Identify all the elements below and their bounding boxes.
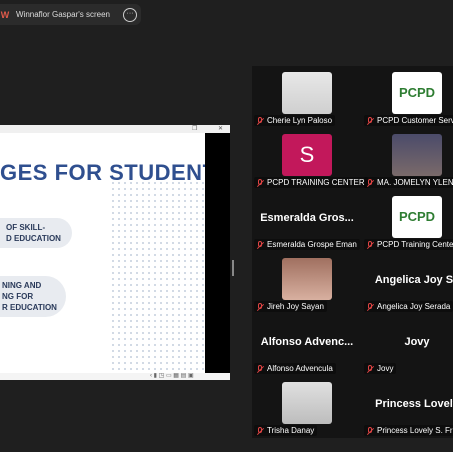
slide-title: GES FOR STUDENTS — [0, 160, 230, 185]
presentation-blackout — [205, 133, 230, 373]
participant-name: PCPD Training Center Inc — [377, 240, 453, 249]
mic-muted-icon — [367, 178, 373, 187]
mic-muted-icon — [367, 240, 373, 249]
window-titlebar: ❐ ✕ — [0, 125, 230, 133]
screen-share-title: Winnaflor Gaspar's screen — [16, 10, 111, 19]
avatar-initial: S — [282, 134, 332, 176]
participant-display-name: Princess Lovely — [375, 398, 453, 410]
close-icon[interactable]: ✕ — [218, 125, 223, 132]
participant-tile[interactable]: PCPD PCPD Training Center Inc — [362, 190, 453, 252]
participant-name-label: Angelica Joy Serada — [364, 301, 453, 312]
participant-name: Princess Lovely S. Fria — [377, 426, 453, 435]
mic-muted-icon — [367, 116, 373, 125]
participant-tile[interactable]: Angelica Joy Se Angelica Joy Serada — [362, 252, 453, 314]
slide-item-2: NING AND NG FOR R EDUCATION — [0, 276, 66, 317]
participant-display-name: Alfonso Advenc... — [260, 336, 354, 348]
participant-display-name: Esmeralda Gros... — [260, 212, 354, 224]
participant-name-label: MA. JOMELYN YLEN — [364, 177, 453, 188]
participant-name: Trisha Danay — [267, 426, 315, 435]
avatar-photo — [282, 382, 332, 424]
mic-muted-icon — [367, 364, 373, 373]
participant-name-label: PCPD Training Center Inc — [364, 239, 453, 250]
avatar-photo — [282, 258, 332, 300]
more-options-icon[interactable]: ··· — [123, 8, 137, 22]
participant-display-name: Jovy — [404, 336, 430, 348]
participant-tile[interactable]: Alfonso Advenc... Alfonso Advencula — [252, 314, 362, 376]
mic-muted-icon — [257, 116, 263, 125]
participant-name: Angelica Joy Serada — [377, 302, 451, 311]
participant-gallery: Cherie Lyn Paloso PCPD PCPD Customer Servi… — [252, 66, 453, 438]
participant-tile[interactable]: PCPD PCPD Customer Servi — [362, 66, 453, 128]
participant-name: PCPD TRAINING CENTER — [267, 178, 365, 187]
participant-tile[interactable]: Jireh Joy Sayan — [252, 252, 362, 314]
panel-resize-handle[interactable] — [232, 260, 234, 276]
participant-tile[interactable]: Trisha Danay — [252, 376, 362, 438]
mic-muted-icon — [257, 240, 263, 249]
participant-name-label: Alfonso Advencula — [254, 363, 336, 374]
mic-muted-icon — [257, 302, 263, 311]
participant-name-label: Jovy — [364, 363, 397, 374]
participant-name-label: Princess Lovely S. Fria — [364, 425, 453, 436]
slide-statusbar: ‹ ▮ ◳ ▭ ▦ ▤ ▣ — [0, 373, 230, 380]
restore-icon[interactable]: ❐ — [192, 125, 197, 132]
participant-tile[interactable]: S PCPD TRAINING CENTER — [252, 128, 368, 190]
avatar-photo — [392, 134, 442, 176]
participant-name-label: Esmeralda Grospe Eman — [254, 239, 360, 250]
participant-tile[interactable]: MA. JOMELYN YLEN — [362, 128, 453, 190]
avatar-photo — [282, 72, 332, 114]
participant-name-label: PCPD TRAINING CENTER — [254, 177, 368, 188]
nav-icons[interactable]: ‹ ▮ ◳ ▭ ▦ ▤ ▣ — [150, 372, 194, 379]
participant-name: Jovy — [377, 364, 394, 373]
avatar-logo: PCPD — [392, 196, 442, 238]
participant-name: Cherie Lyn Paloso — [267, 116, 333, 125]
presenter-badge: W — [0, 9, 10, 20]
participant-name-label: Jireh Joy Sayan — [254, 301, 327, 312]
participant-name-label: Cherie Lyn Paloso — [254, 115, 336, 126]
dot-pattern — [110, 180, 205, 380]
mic-muted-icon — [257, 178, 263, 187]
participant-name: Jireh Joy Sayan — [267, 302, 324, 311]
screen-share-header: W Winnaflor Gaspar's screen ··· — [0, 4, 141, 25]
participant-name: PCPD Customer Servi — [377, 116, 453, 125]
participant-tile[interactable]: Cherie Lyn Paloso — [252, 66, 362, 128]
mic-muted-icon — [367, 426, 373, 435]
mic-muted-icon — [257, 426, 263, 435]
slide-item-1: OF SKILL- D EDUCATION — [0, 218, 72, 248]
shared-screen: ❐ ✕ GES FOR STUDENTS OF SKILL- D EDUCATI… — [0, 125, 230, 380]
participant-name: MA. JOMELYN YLEN — [377, 178, 453, 187]
mic-muted-icon — [257, 364, 263, 373]
participant-tile[interactable]: Esmeralda Gros... Esmeralda Grospe Eman — [252, 190, 362, 252]
participant-tile[interactable]: Princess Lovely Princess Lovely S. Fria — [362, 376, 453, 438]
participant-name: Esmeralda Grospe Eman — [267, 240, 357, 249]
avatar-logo: PCPD — [392, 72, 442, 114]
mic-muted-icon — [367, 302, 373, 311]
participant-name-label: PCPD Customer Servi — [364, 115, 453, 126]
participant-name-label: Trisha Danay — [254, 425, 318, 436]
participant-name: Alfonso Advencula — [267, 364, 333, 373]
participant-display-name: Angelica Joy Se — [374, 274, 453, 286]
participant-tile[interactable]: Jovy Jovy — [362, 314, 453, 376]
